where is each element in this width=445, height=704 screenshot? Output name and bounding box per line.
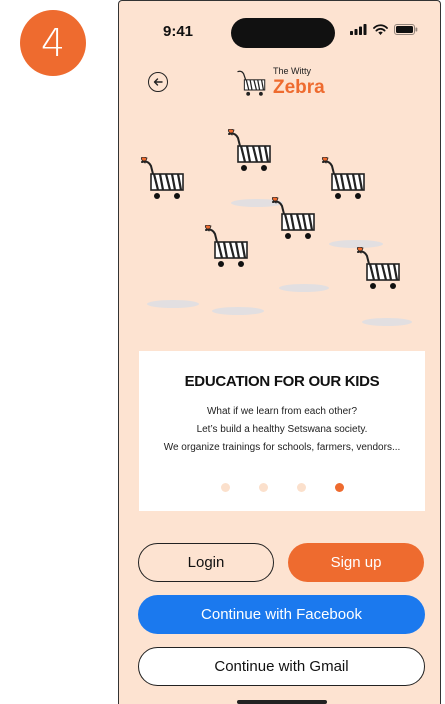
onboarding-card: EDUCATION FOR OUR KIDS What if we learn …: [139, 351, 425, 511]
logo-wordmark: The Witty Zebra: [273, 66, 325, 98]
status-icons: [350, 24, 418, 35]
step-number: 4: [40, 21, 66, 65]
shadow: [362, 318, 412, 326]
onboarding-line: What if we learn from each other?: [206, 406, 358, 417]
zebra-cart-icon: [270, 196, 318, 241]
status-bar: 9:41: [119, 1, 440, 61]
zebra-cart-icon: [226, 128, 274, 173]
zebra-cart-logo-icon: [237, 70, 266, 96]
page-dot[interactable]: [334, 483, 344, 492]
wifi-icon: [373, 24, 388, 35]
page-indicator: [139, 483, 425, 492]
page-dot[interactable]: [220, 483, 230, 492]
home-indicator: [237, 700, 327, 704]
login-button[interactable]: Login: [138, 543, 274, 582]
arrow-left-icon: [153, 78, 163, 86]
shadow: [212, 307, 264, 315]
shadow: [279, 284, 329, 292]
app-logo: The Witty Zebra: [234, 67, 325, 97]
onboarding-line: Let’s build a healthy Setswana society.: [196, 424, 368, 435]
page-dot[interactable]: [296, 483, 306, 492]
zebra-cart-icon: [355, 246, 403, 291]
shadow: [147, 300, 199, 308]
logo-title: Zebra: [273, 77, 325, 98]
dynamic-island: [231, 18, 335, 48]
phone-screen: 9:41 The Witty Zebra EDUCATION FOR OUR K…: [118, 0, 441, 704]
zebra-cart-icon: [203, 224, 251, 269]
cellular-signal-icon: [350, 24, 367, 35]
page-dot[interactable]: [258, 483, 268, 492]
zebra-cart-icon: [320, 156, 368, 201]
status-time: 9:41: [163, 23, 194, 40]
signup-button[interactable]: Sign up: [288, 543, 424, 582]
onboarding-line: We organize trainings for schools, farme…: [163, 442, 401, 453]
logo-subtitle: The Witty: [273, 66, 312, 76]
battery-icon: [394, 24, 418, 35]
continue-with-facebook-button[interactable]: Continue with Facebook: [138, 595, 425, 634]
continue-with-gmail-button[interactable]: Continue with Gmail: [138, 647, 425, 686]
zebra-carts-illustration: [119, 111, 440, 341]
back-button[interactable]: [148, 72, 168, 92]
step-number-badge: 4: [20, 10, 86, 76]
onboarding-title: EDUCATION FOR OUR KIDS: [184, 373, 380, 390]
zebra-cart-icon: [139, 156, 187, 201]
